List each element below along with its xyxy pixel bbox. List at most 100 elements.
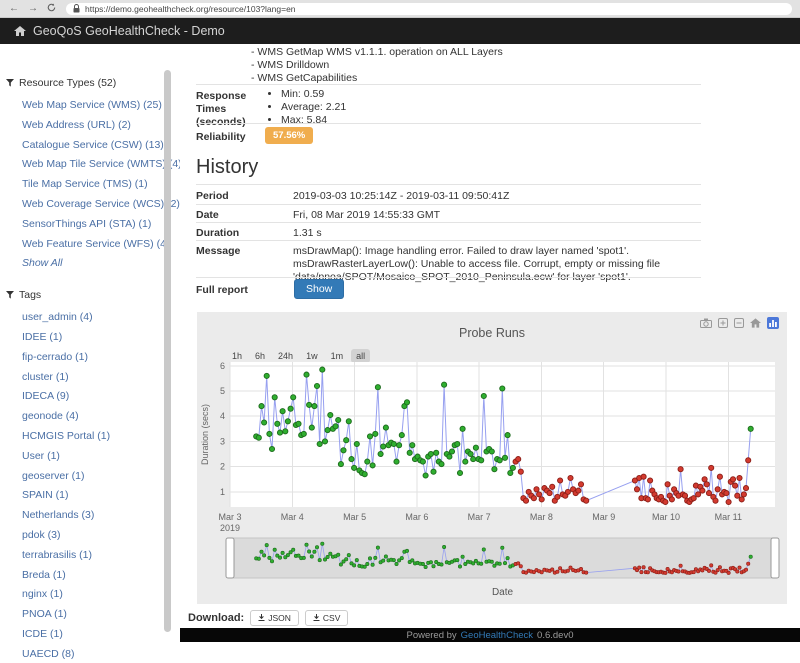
probe-point-ok[interactable] [423,473,428,478]
sidebar-resource-type-link[interactable]: Web Map Tile Service (WMTS) (4) [22,158,180,170]
range-button-24h[interactable]: 24h [273,349,298,363]
probe-point-ok[interactable] [399,433,404,438]
sidebar-resource-type-link[interactable]: Web Coverage Service (WCS) (2) [22,198,180,210]
probe-point-fail[interactable] [518,469,523,474]
probe-point-fail[interactable] [534,487,539,492]
probe-point-ok[interactable] [404,400,409,405]
probe-point-ok[interactable] [410,443,415,448]
sidebar-tag-link[interactable]: User (1) [22,450,60,462]
probe-point-fail[interactable] [531,496,536,501]
sidebar-tag-link[interactable]: HCMGIS Portal (1) [22,430,110,442]
probe-point-ok[interactable] [262,420,267,425]
probe-point-fail[interactable] [713,498,718,503]
sidebar-resource-type-link[interactable]: Tile Map Service (TMS) (1) [22,178,148,190]
probe-point-ok[interactable] [394,459,399,464]
probe-point-ok[interactable] [748,426,753,431]
range-button-6h[interactable]: 6h [250,349,270,363]
probe-point-ok[interactable] [373,431,378,436]
probe-point-ok[interactable] [349,457,354,462]
probe-point-ok[interactable] [463,459,468,464]
probe-point-ok[interactable] [291,395,296,400]
probe-point-ok[interactable] [375,385,380,390]
probe-point-ok[interactable] [272,395,277,400]
probe-point-ok[interactable] [407,450,412,455]
probe-point-fail[interactable] [641,474,646,479]
probe-point-fail[interactable] [702,477,707,482]
probe-point-ok[interactable] [362,472,367,477]
probe-point-fail[interactable] [682,493,687,498]
probe-point-fail[interactable] [733,483,738,488]
probe-point-ok[interactable] [442,382,447,387]
probe-point-ok[interactable] [510,465,515,470]
sidebar-tag-link[interactable]: geonode (4) [22,410,79,422]
probe-point-ok[interactable] [468,451,473,456]
sidebar-tag-link[interactable]: Netherlands (3) [22,509,94,521]
sidebar-resource-type-link[interactable]: Web Address (URL) (2) [22,119,131,131]
probe-point-fail[interactable] [558,478,563,483]
probe-point-ok[interactable] [381,444,386,449]
probe-point-ok[interactable] [428,451,433,456]
probe-point-ok[interactable] [391,441,396,446]
probe-point-fail[interactable] [547,491,552,496]
probe-point-ok[interactable] [304,372,309,377]
probe-point-fail[interactable] [715,487,720,492]
probe-point-fail[interactable] [704,482,709,487]
probe-point-fail[interactable] [669,497,674,502]
probe-point-fail[interactable] [737,475,742,480]
probe-point-fail[interactable] [678,467,683,472]
probe-point-ok[interactable] [269,446,274,451]
sidebar-show-all-link[interactable]: Show All [22,257,62,269]
probe-point-ok[interactable] [434,450,439,455]
probe-point-ok[interactable] [367,434,372,439]
probe-point-fail[interactable] [634,487,639,492]
probe-point-ok[interactable] [296,421,301,426]
probe-point-ok[interactable] [309,425,314,430]
probe-point-ok[interactable] [489,449,494,454]
show-report-button[interactable]: Show [294,279,344,299]
probe-point-ok[interactable] [439,462,444,467]
probe-point-ok[interactable] [333,424,338,429]
probe-point-ok[interactable] [431,469,436,474]
probe-point-ok[interactable] [280,409,285,414]
probe-point-ok[interactable] [341,448,346,453]
refresh-icon[interactable] [47,3,56,15]
probe-point-ok[interactable] [267,431,272,436]
probe-point-fail[interactable] [516,457,521,462]
sidebar-tag-link[interactable]: cluster (1) [22,371,69,383]
sidebar-resource-type-link[interactable]: SensorThings API (STA) (1) [22,218,151,230]
probe-point-fail[interactable] [584,498,589,503]
range-slider-handle-right[interactable] [771,538,779,578]
url-bar[interactable]: https://demo.geohealthcheck.org/resource… [66,3,792,15]
sidebar-tag-link[interactable]: IDEE (1) [22,331,62,343]
probe-point-fail[interactable] [717,474,722,479]
probe-point-ok[interactable] [346,419,351,424]
sidebar-tag-link[interactable]: terrabrasilis (1) [22,549,92,561]
navbar-brand[interactable]: GeoQoS GeoHealthCheck - Demo [14,24,225,38]
probe-point-ok[interactable] [447,454,452,459]
sidebar-tag-link[interactable]: IDECA (9) [22,390,69,402]
probe-point-ok[interactable] [283,429,288,434]
sidebar-tag-link[interactable]: UAECD (8) [22,648,75,660]
probe-runs-chart[interactable]: 123456Mar 32019Mar 4Mar 5Mar 6Mar 7Mar 8… [197,362,787,602]
probe-point-fail[interactable] [739,497,744,502]
sidebar-tag-link[interactable]: nginx (1) [22,588,63,600]
sidebar-tag-link[interactable]: fip-cerrado (1) [22,351,88,363]
probe-point-fail[interactable] [691,496,696,501]
probe-point-ok[interactable] [275,421,280,426]
probe-point-ok[interactable] [457,470,462,475]
probe-point-ok[interactable] [508,470,513,475]
probe-point-ok[interactable] [397,443,402,448]
probe-point-fail[interactable] [746,458,751,463]
probe-point-fail[interactable] [648,478,653,483]
probe-point-ok[interactable] [325,428,330,433]
probe-point-ok[interactable] [460,426,465,431]
sidebar-tag-link[interactable]: ICDE (1) [22,628,63,640]
probe-point-fail[interactable] [724,491,729,496]
probe-point-ok[interactable] [500,386,505,391]
probe-point-ok[interactable] [285,419,290,424]
probe-point-ok[interactable] [288,406,293,411]
probe-point-fail[interactable] [665,482,670,487]
probe-point-ok[interactable] [312,404,317,409]
range-slider-handle-left[interactable] [226,538,234,578]
probe-point-ok[interactable] [259,404,264,409]
